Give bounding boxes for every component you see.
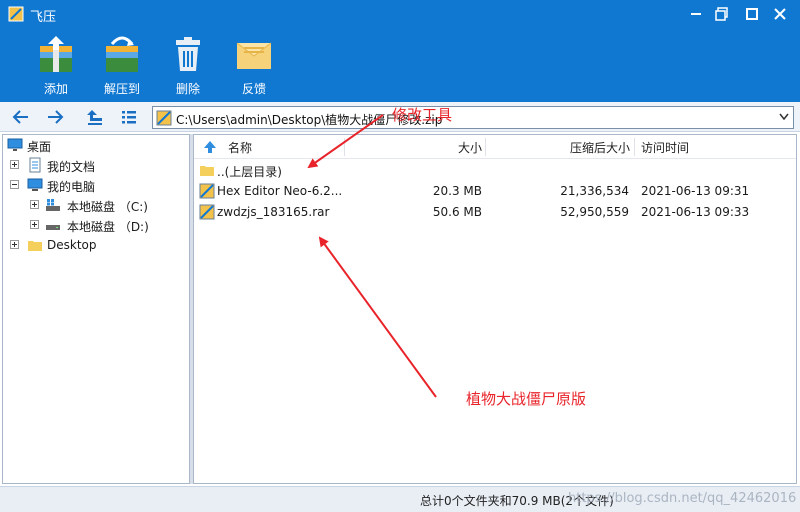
table-row[interactable]: Hex Editor Neo-6.2... 20.3 MB 21,336,534…	[194, 180, 796, 202]
minimize-button[interactable]	[684, 2, 708, 26]
file-packed-size: 21,336,534	[560, 184, 629, 198]
add-button[interactable]: 添加	[24, 32, 88, 100]
expand-toggle-icon[interactable]	[10, 160, 19, 169]
file-packed-size: 52,950,559	[560, 205, 629, 219]
status-bar: 总计0个文件夹和70.9 MB(2个文件) https://blog.csdn.…	[0, 486, 800, 512]
file-access-time: 2021-06-13 09:33	[641, 205, 750, 219]
zip-file-icon	[156, 110, 172, 126]
column-header-packed-size[interactable]: 压缩后大小	[570, 139, 630, 156]
maximize-button[interactable]	[740, 2, 764, 26]
extract-to-button[interactable]: 解压到	[90, 32, 154, 100]
folder-tree: 桌面 我的文档 我的电脑 本地磁盘 （C:) 本地磁盘 （D:) Desktop	[2, 134, 190, 484]
tree-label-my-documents: 我的文档	[47, 160, 96, 174]
feedback-button[interactable]: 反馈	[222, 32, 286, 100]
close-button[interactable]	[768, 2, 792, 26]
annotation-tool-note: 修改工具	[392, 106, 453, 124]
maximize-icon	[746, 8, 758, 20]
extract-icon	[106, 36, 138, 72]
column-separator[interactable]	[344, 138, 345, 156]
watermark: https://blog.csdn.net/qq_42462016	[568, 491, 797, 506]
file-access-time: 2021-06-13 09:31	[641, 184, 750, 198]
tree-item-desktop-folder[interactable]: Desktop	[5, 235, 185, 255]
parent-dir-label: ..(上层目录)	[217, 165, 282, 179]
tree-item-disk-d[interactable]: 本地磁盘 （D:)	[25, 215, 185, 235]
trash-icon	[176, 37, 200, 71]
feedback-envelope-icon	[236, 42, 272, 69]
list-view-icon	[122, 111, 136, 124]
sort-up-arrow-icon[interactable]	[202, 139, 218, 155]
folder-icon	[28, 241, 42, 251]
parent-dir-row[interactable]: ..(上层目录)	[194, 159, 796, 181]
delete-button[interactable]: 删除	[156, 32, 220, 100]
tree-label-my-computer: 我的电脑	[47, 180, 96, 194]
expand-toggle-icon[interactable]	[30, 200, 39, 209]
path-address-field[interactable]: C:\Users\admin\Desktop\植物大战僵尸修改.zip	[152, 106, 794, 129]
tree-label-disk-c: 本地磁盘 （C:)	[67, 200, 148, 214]
column-separator[interactable]	[634, 138, 635, 156]
file-name: zwdzjs_183165.rar	[217, 205, 330, 219]
hard-drive-icon	[46, 225, 60, 230]
restore-button[interactable]	[710, 2, 734, 26]
up-folder-icon	[87, 110, 102, 125]
file-list-header: 名称 大小 压缩后大小 访问时间	[194, 135, 796, 159]
arrow-left-icon	[12, 110, 28, 124]
app-logo-icon	[8, 6, 24, 22]
add-archive-icon	[40, 36, 72, 72]
document-icon	[29, 157, 41, 173]
tree-item-disk-c[interactable]: 本地磁盘 （C:)	[25, 195, 185, 215]
folder-icon	[200, 166, 214, 176]
tree-item-my-documents[interactable]: 我的文档	[5, 155, 185, 175]
close-icon	[774, 8, 786, 20]
window-title: 飞压	[30, 10, 57, 25]
archive-file-icon	[199, 183, 215, 199]
minimize-icon	[691, 13, 701, 15]
add-label: 添加	[43, 82, 68, 96]
delete-label: 删除	[175, 82, 200, 96]
column-header-size[interactable]: 大小	[458, 139, 482, 156]
forward-button[interactable]	[44, 107, 66, 127]
tree-label-disk-d: 本地磁盘 （D:)	[67, 220, 149, 234]
file-size: 20.3 MB	[432, 184, 482, 198]
back-button[interactable]	[10, 107, 32, 127]
column-header-access-time[interactable]: 访问时间	[641, 139, 689, 156]
file-name: Hex Editor Neo-6.2...	[217, 184, 343, 198]
tree-label-desktop-folder: Desktop	[47, 238, 97, 252]
view-list-button[interactable]	[118, 107, 140, 127]
desktop-monitor-icon	[7, 138, 23, 151]
column-header-name[interactable]: 名称	[228, 139, 252, 156]
feedback-label: 反馈	[241, 82, 266, 96]
restore-icon	[715, 7, 728, 21]
column-separator[interactable]	[485, 138, 486, 156]
toolbar: 添加 解压到 删除 反馈	[0, 28, 800, 102]
collapse-toggle-icon[interactable]	[10, 180, 19, 189]
title-bar: 飞压	[0, 0, 800, 28]
up-level-button[interactable]	[84, 107, 106, 127]
arrow-right-icon	[48, 110, 64, 124]
tree-item-desktop[interactable]: 桌面	[5, 135, 185, 155]
extract-to-label: 解压到	[103, 82, 140, 96]
expand-toggle-icon[interactable]	[30, 220, 39, 229]
tree-item-my-computer[interactable]: 我的电脑	[5, 175, 185, 195]
file-size: 50.6 MB	[432, 205, 482, 219]
chevron-down-icon[interactable]	[779, 113, 789, 121]
table-row[interactable]: zwdzjs_183165.rar 50.6 MB 52,950,559 202…	[194, 201, 796, 223]
annotation-original-note: 植物大战僵尸原版	[466, 390, 587, 408]
file-list: 名称 大小 压缩后大小 访问时间 ..(上层目录) Hex Editor Neo…	[193, 134, 797, 484]
archive-file-icon	[199, 204, 215, 220]
expand-toggle-icon[interactable]	[10, 240, 19, 249]
computer-icon	[27, 178, 43, 191]
windows-drive-icon	[46, 199, 60, 211]
tree-label-desktop: 桌面	[27, 140, 52, 154]
